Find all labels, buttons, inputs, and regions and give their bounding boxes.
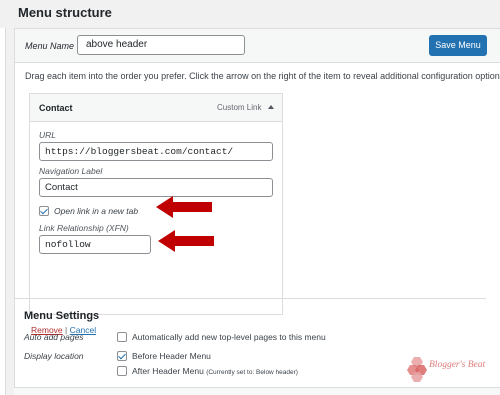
url-input[interactable]: https://bloggersbeat.com/contact/: [39, 142, 273, 161]
instructions-text: Drag each item into the order you prefer…: [25, 71, 500, 81]
menu-item-bar[interactable]: Contact Custom Link: [30, 94, 282, 122]
red-arrow-icon: [156, 196, 212, 218]
after-header-menu-option: After Header Menu (Currently set to: Bel…: [132, 366, 298, 376]
navigation-label-input[interactable]: Contact: [39, 178, 273, 197]
menu-body: Drag each item into the order you prefer…: [15, 63, 500, 395]
navigation-label-label: Navigation Label: [39, 166, 103, 176]
after-header-menu-note: (Currently set to: Below header): [206, 369, 298, 376]
open-new-tab-label: Open link in a new tab: [54, 206, 139, 216]
link-relationship-input[interactable]: nofollow: [39, 235, 151, 254]
watermark-logo: Blogger's Beat: [407, 356, 495, 382]
auto-add-pages-checkbox[interactable]: [117, 332, 127, 342]
menu-settings-title: Menu Settings: [24, 310, 100, 322]
save-menu-button[interactable]: Save Menu: [429, 35, 487, 56]
red-arrow-icon: [158, 230, 214, 252]
section-divider: [14, 298, 486, 299]
open-new-tab-checkbox[interactable]: [39, 206, 49, 216]
before-header-menu-label: Before Header Menu: [132, 351, 211, 361]
bottom-bar: [14, 387, 500, 395]
auto-add-pages-option: Automatically add new top-level pages to…: [132, 332, 326, 342]
menu-item-type: Custom Link: [217, 103, 262, 112]
menu-name-input[interactable]: above header: [77, 35, 245, 55]
auto-add-pages-label: Auto add pages: [24, 332, 84, 342]
url-label: URL: [39, 130, 57, 140]
link-relationship-label: Link Relationship (XFN): [39, 223, 129, 233]
after-header-menu-label: After Header Menu: [132, 366, 204, 376]
hexagon-logo-icon: [407, 357, 427, 382]
before-header-menu-checkbox[interactable]: [117, 351, 127, 361]
watermark-text: Blogger's Beat: [429, 360, 486, 370]
menu-item-title: Contact: [39, 103, 73, 113]
page-title: Menu structure: [18, 5, 112, 20]
after-header-menu-checkbox[interactable]: [117, 366, 127, 376]
menu-header: Menu Name above header Save Menu: [15, 29, 500, 63]
menu-name-label: Menu Name: [25, 41, 75, 51]
left-column-edge: [0, 28, 6, 395]
display-location-label: Display location: [24, 351, 84, 361]
collapse-arrow-icon[interactable]: [268, 105, 274, 109]
